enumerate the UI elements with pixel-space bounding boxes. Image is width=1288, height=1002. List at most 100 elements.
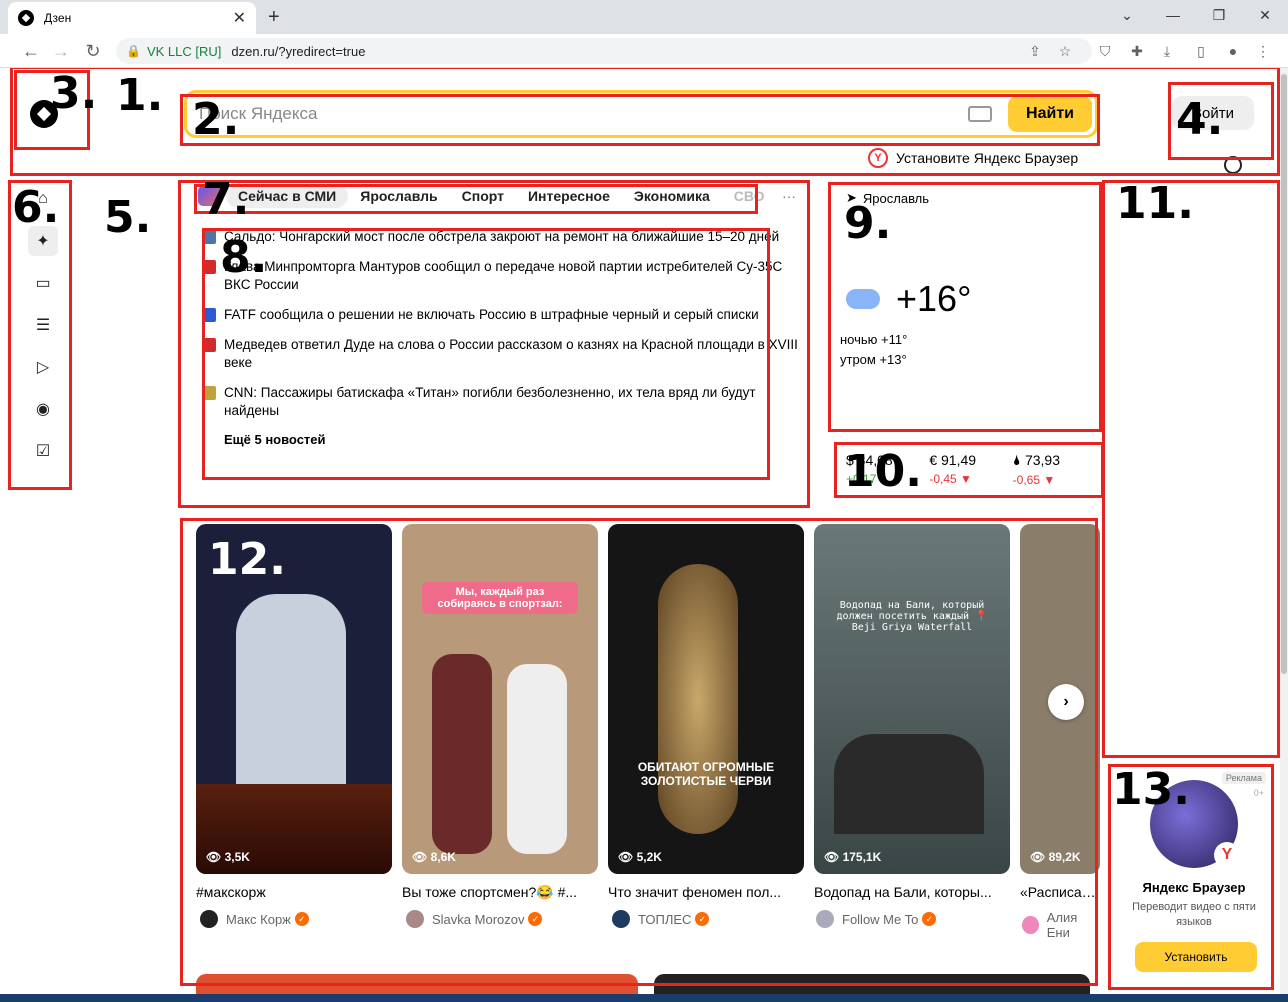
rate-eur[interactable]: € 91,49 -0,45 ▼ — [929, 452, 1012, 492]
url-field[interactable]: 🔒 VK LLC [RU] dzen.ru/?yredirect=true — [116, 38, 1092, 64]
dzen-page: Найти Войти Y Установите Яндекс Браузер … — [8, 68, 1280, 1002]
news-source-icon — [204, 338, 216, 352]
tab-economy[interactable]: Экономика — [622, 184, 722, 208]
weather-current: +16° — [846, 278, 1098, 320]
browser-promo[interactable]: Y Установите Яндекс Браузер — [868, 148, 1078, 168]
minimize-button[interactable]: — — [1150, 0, 1196, 30]
bookmark-star-icon[interactable]: ☆ — [1056, 43, 1074, 61]
tab-search-icon[interactable]: ⌄ — [1104, 0, 1150, 30]
night-temperature: ночью +11° — [840, 332, 908, 347]
video-title[interactable]: Водопад на Бали, которы... — [814, 884, 1010, 900]
profile-icon[interactable]: ● — [1224, 43, 1242, 61]
annotation-label-1: 1. — [116, 70, 164, 121]
yandex-logo-icon: Y — [1214, 842, 1240, 868]
ad-title: Яндекс Браузер — [1142, 880, 1246, 895]
video-overlay-text: Мы, каждый раз собираясь в спортзал: — [422, 582, 578, 614]
news-item[interactable]: Медведев ответил Дуде на слова о России … — [188, 336, 808, 372]
subscriptions-icon[interactable]: ◉ — [28, 394, 58, 424]
more-news-link[interactable]: Ещё 5 новостей — [224, 432, 808, 447]
annotation-label-12: 12. — [208, 534, 286, 585]
news-widget: Сейчас в СМИ Ярославль Спорт Интересное … — [188, 182, 808, 512]
share-icon[interactable]: ⇪ — [1026, 43, 1044, 61]
find-button[interactable]: Найти — [1008, 96, 1092, 132]
page-scrollbar[interactable] — [1280, 68, 1288, 994]
video-title[interactable]: Что значит феномен пол... — [608, 884, 804, 900]
video-title[interactable]: #макскорж — [196, 884, 392, 900]
annotation-label-2: 2. — [192, 94, 240, 145]
avatar — [200, 910, 218, 928]
rate-oil[interactable]: 🌢 73,93 -0,65 ▼ — [1013, 452, 1096, 492]
search-bar: Найти — [184, 90, 1098, 138]
video-overlay-text: ОБИТАЮТ ОГРОМНЫЕ ЗОЛОТИСТЫЕ ЧЕРВИ — [637, 760, 775, 788]
side-panel-icon[interactable]: ▯ — [1192, 43, 1210, 61]
video-card[interactable]: Мы, каждый раз собираясь в спортзал: 👁 8… — [402, 524, 598, 874]
annotation-box-11 — [1102, 180, 1280, 758]
extensions-icon[interactable]: ✚ — [1128, 43, 1146, 61]
shield-extension-icon[interactable]: ⛉ — [1096, 43, 1114, 61]
video-icon[interactable]: ▭ — [28, 268, 58, 298]
browser-tab-bar: Дзен ✕ + ⌄ — ❐ ✕ — [0, 0, 1288, 34]
annotation-label-8: 8. — [220, 232, 268, 283]
news-tabs: Сейчас в СМИ Ярославль Спорт Интересное … — [188, 182, 808, 210]
video-card[interactable]: ОБИТАЮТ ОГРОМНЫЕ ЗОЛОТИСТЫЕ ЧЕРВИ 👁 5,2K — [608, 524, 804, 874]
video-views: 👁 3,5K — [206, 850, 250, 864]
video-thumbnail-person — [432, 654, 492, 854]
author-link[interactable]: Алия Ени — [1022, 910, 1100, 940]
more-tabs-icon[interactable]: ··· — [782, 188, 796, 204]
search-icon[interactable] — [1224, 156, 1242, 174]
author-link[interactable]: Макс Корж ✓ — [200, 910, 309, 928]
video-card[interactable]: Водопад на Бали, который должен посетить… — [814, 524, 1010, 874]
avatar — [406, 910, 424, 928]
tab-svo[interactable]: СВО — [722, 184, 777, 208]
video-thumbnail-worm — [658, 564, 738, 834]
annotation-label-11: 11. — [1116, 178, 1194, 229]
tab-yaroslavl[interactable]: Ярославль — [348, 184, 449, 208]
ad-label: Реклама — [1221, 772, 1266, 784]
rain-cloud-icon — [846, 289, 880, 309]
verified-icon: ✓ — [294, 912, 309, 926]
restore-button[interactable]: ❐ — [1196, 0, 1242, 30]
video-title[interactable]: Вы тоже спортсмен?😂 #... — [402, 884, 598, 901]
news-item[interactable]: FATF сообщила о решении не включать Росс… — [188, 306, 808, 324]
video-views: 👁 8,6K — [412, 850, 456, 864]
search-input[interactable] — [187, 104, 969, 124]
news-list: Сальдо: Чонгарский мост после обстрела з… — [188, 228, 808, 447]
video-views: 👁 175,1K — [824, 850, 882, 864]
install-button[interactable]: Установить — [1135, 942, 1257, 972]
close-window-button[interactable]: ✕ — [1242, 0, 1288, 30]
tab-close-icon[interactable]: ✕ — [233, 8, 246, 28]
address-bar: ← → ↻ 🔒 VK LLC [RU] dzen.ru/?yredirect=t… — [0, 34, 1288, 68]
tab-sport[interactable]: Спорт — [450, 184, 516, 208]
back-button[interactable]: ← — [20, 41, 42, 62]
carousel-next-button[interactable]: › — [1048, 684, 1084, 720]
current-temperature: +16° — [896, 278, 972, 319]
new-tab-button[interactable]: + — [268, 6, 280, 29]
morning-temperature: утром +13° — [840, 352, 907, 367]
ad-subtitle: Переводит видео с пяти языков — [1132, 901, 1256, 928]
annotation-label-3: 3. — [50, 68, 98, 119]
author-link[interactable]: Follow Me To ✓ — [816, 910, 937, 928]
articles-icon[interactable]: ☰ — [28, 310, 58, 340]
keyboard-icon[interactable] — [968, 106, 993, 122]
download-icon[interactable]: ⤓ — [1158, 43, 1176, 61]
reload-button[interactable]: ↻ — [82, 41, 104, 62]
annotation-label-13: 13. — [1112, 764, 1190, 815]
news-source-icon — [204, 230, 216, 244]
author-link[interactable]: Slavka Morozov ✓ — [406, 910, 543, 928]
video-title[interactable]: «Расписал... — [1020, 884, 1100, 900]
menu-icon[interactable]: ⋮ — [1254, 43, 1272, 61]
video-views: 👁 89,2K — [1030, 850, 1081, 864]
author-link[interactable]: ТОПЛЕС ✓ — [612, 910, 710, 928]
verified-icon: ✓ — [528, 912, 543, 926]
forward-button[interactable]: → — [50, 41, 72, 62]
avatar — [1022, 916, 1039, 934]
scrollbar-thumb[interactable] — [1281, 74, 1287, 674]
tab-interesting[interactable]: Интересное — [516, 184, 622, 208]
play-icon[interactable]: ▷ — [28, 352, 58, 382]
news-item[interactable]: CNN: Пассажиры батискафа «Титан» погибли… — [188, 384, 808, 420]
annotation-label-5: 5. — [104, 192, 152, 243]
browser-tab[interactable]: Дзен ✕ — [8, 2, 256, 34]
news-item[interactable]: Сальдо: Чонгарский мост после обстрела з… — [188, 228, 808, 246]
news-item[interactable]: Глава Минпромторга Мантуров сообщил о пе… — [188, 258, 808, 294]
checkbox-icon[interactable]: ☑ — [28, 436, 58, 466]
